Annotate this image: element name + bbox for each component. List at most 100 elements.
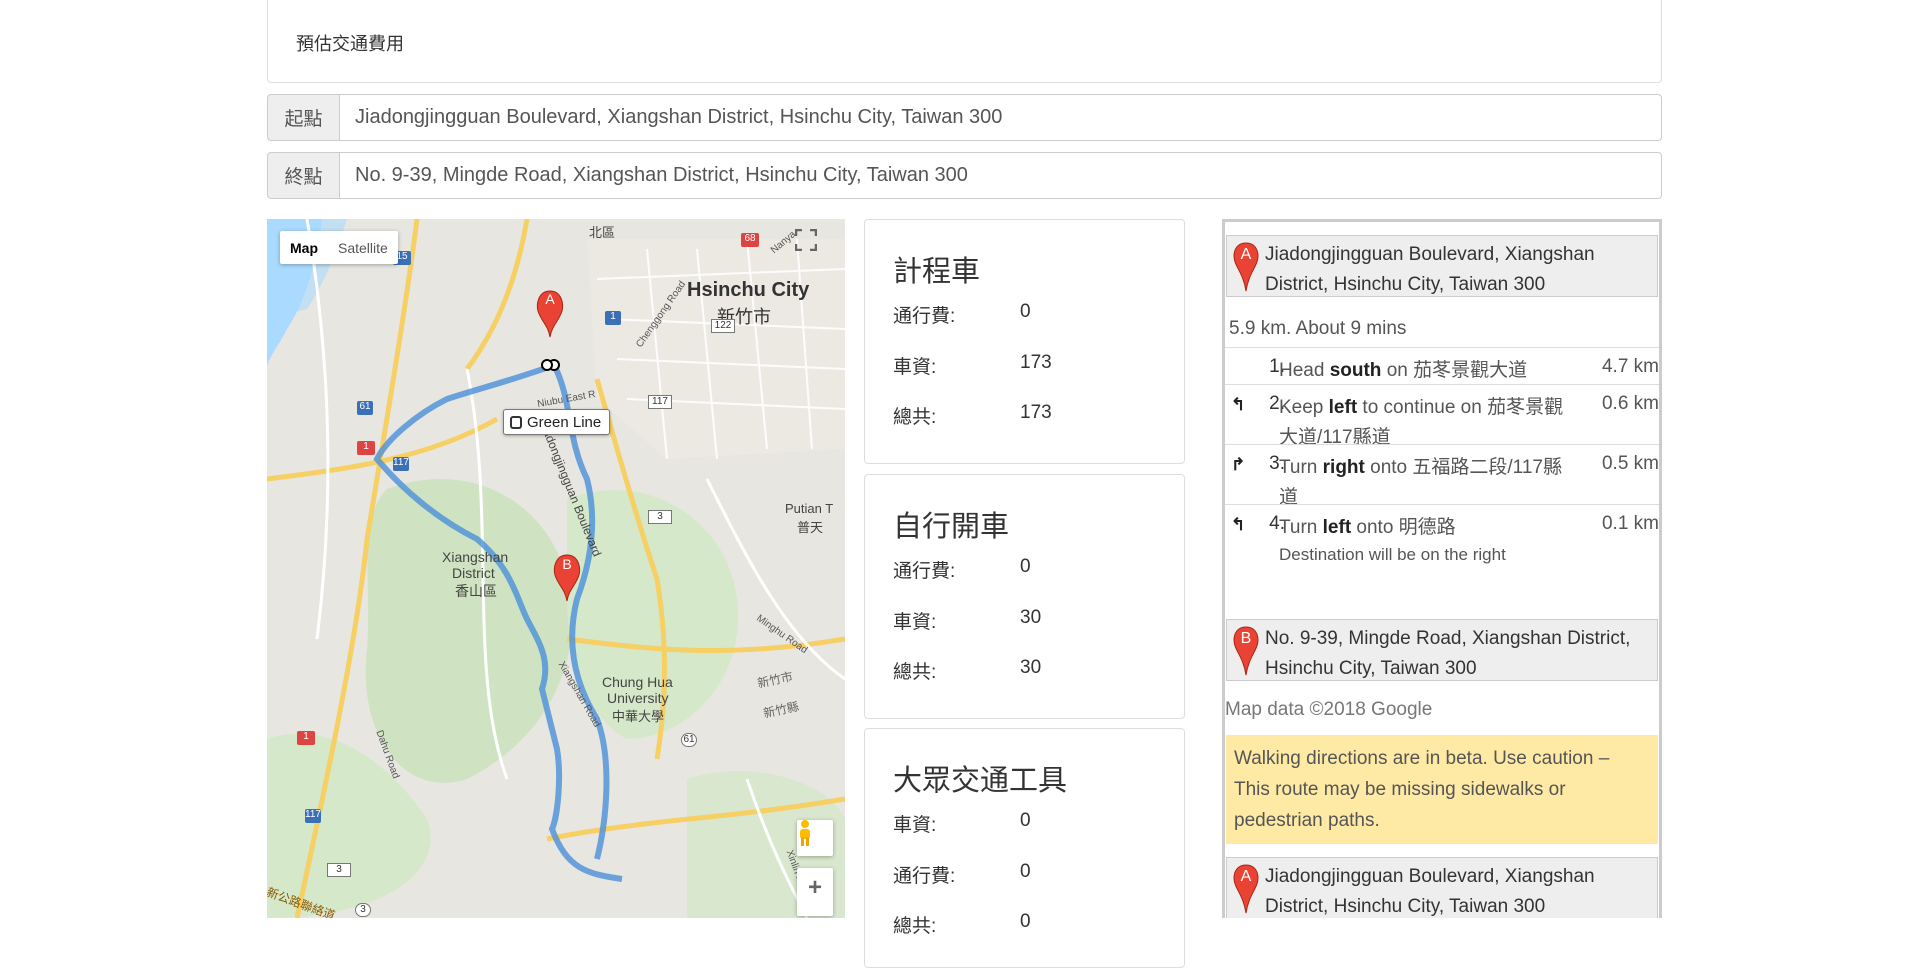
- car-toll-row: 通行費: 0: [893, 556, 1031, 583]
- route-shield: 122: [711, 319, 735, 333]
- marker-a-letter: A: [1240, 868, 1252, 885]
- map-label-north: 北區: [589, 225, 616, 240]
- turn-right-icon: ↱: [1231, 455, 1246, 474]
- destination-group: 終點 No. 9-39, Mingde Road, Xiangshan Dist…: [267, 152, 1662, 199]
- taxi-toll-row: 通行費: 0: [893, 301, 1031, 328]
- car-title: 自行開車: [893, 511, 1010, 543]
- waypoint-end[interactable]: B No. 9-39, Mingde Road, Xiangshan Distr…: [1226, 619, 1658, 681]
- transit-fare-label: 車資:: [893, 815, 937, 836]
- map-label-chunghua-zh: 中華大學: [612, 709, 665, 724]
- car-fare-label: 車資:: [893, 612, 937, 633]
- step-distance: 4.7 km: [1601, 356, 1659, 377]
- route-shield: 61: [357, 401, 373, 415]
- car-toll-label: 通行費:: [893, 561, 956, 582]
- map-label-chunghua: Chung Hua: [602, 674, 673, 690]
- transit-total-row: 總共: 0: [893, 911, 1031, 938]
- marker-b-letter: B: [1240, 630, 1252, 647]
- map-type-map-button[interactable]: Map: [280, 231, 328, 264]
- car-fare-row: 車資: 30: [893, 607, 1041, 634]
- transit-fare-value: 0: [1020, 810, 1031, 831]
- car-card: 自行開車 通行費: 0 車資: 30 總共: 30: [864, 474, 1185, 719]
- transit-total-value: 0: [1020, 911, 1031, 932]
- taxi-total-row: 總共: 173: [893, 402, 1052, 429]
- fullscreen-icon: [795, 229, 817, 251]
- header-panel: 預估交通費用: [267, 0, 1662, 83]
- waypoint-start-repeat[interactable]: A Jiadongjingguan Boulevard, Xiangshan D…: [1226, 857, 1658, 918]
- step-distance: 0.1 km: [1601, 513, 1659, 534]
- zoom-in-button[interactable]: +: [797, 868, 833, 916]
- car-total-label: 總共:: [893, 662, 937, 683]
- car-fare-value: 30: [1020, 607, 1042, 628]
- map-data-credit: Map data ©2018 Google: [1225, 699, 1433, 720]
- page-title: 預估交通費用: [296, 34, 404, 54]
- step-note: Destination will be on the right: [1279, 545, 1506, 564]
- map-label-putian-zh: 普天: [797, 520, 824, 535]
- waypoint-start-address: Jiadongjingguan Boulevard, Xiangshan Dis…: [1265, 244, 1595, 295]
- step-instruction: Turn left onto 明德路: [1279, 517, 1456, 538]
- marker-b-label: B: [562, 556, 572, 572]
- transit-toll-value: 0: [1020, 861, 1031, 882]
- marker-a-letter: A: [1240, 246, 1252, 263]
- map-label-university: University: [607, 690, 669, 706]
- step-distance: 0.5 km: [1601, 453, 1659, 474]
- route-shield: 117: [305, 809, 321, 823]
- route-shield: 3: [355, 903, 371, 917]
- map-label-xiangshan-zh: 香山區: [455, 583, 497, 599]
- destination-label: 終點: [267, 152, 340, 199]
- transit-toll-row: 通行費: 0: [893, 861, 1031, 888]
- car-toll-value: 0: [1020, 556, 1031, 577]
- fullscreen-button[interactable]: [795, 229, 835, 269]
- route-shield: 1: [605, 311, 621, 325]
- pegman-icon: [800, 820, 810, 846]
- map-label-putian: Putian T: [785, 501, 834, 516]
- taxi-total-label: 總共:: [893, 407, 937, 428]
- origin-group: 起點 Jiadongjingguan Boulevard, Xiangshan …: [267, 94, 1662, 141]
- transit-line-label[interactable]: Green Line: [503, 409, 611, 435]
- direction-step[interactable]: ↰ 4. Turn left onto 明德路 0.1 km Destinati…: [1225, 504, 1659, 564]
- route-map[interactable]: 北區 Hsinchu City 新竹市 Xiangshan District 香…: [267, 219, 845, 918]
- bus-icon: [510, 415, 522, 429]
- taxi-fare-label: 車資:: [893, 357, 937, 378]
- destination-input[interactable]: No. 9-39, Mingde Road, Xiangshan Distric…: [340, 152, 1662, 199]
- transit-fare-row: 車資: 0: [893, 810, 1031, 837]
- street-view-button[interactable]: [797, 820, 833, 856]
- waypoint-start-address: Jiadongjingguan Boulevard, Xiangshan Dis…: [1265, 866, 1595, 917]
- origin-label: 起點: [267, 94, 340, 141]
- turn-left-icon: ↰: [1231, 395, 1246, 414]
- direction-step[interactable]: ↰ 2. Keep left to continue on 茄苳景觀大道/117…: [1225, 384, 1659, 448]
- step-distance: 0.6 km: [1601, 393, 1659, 414]
- transit-toll-label: 通行費:: [893, 866, 956, 887]
- taxi-title: 計程車: [893, 256, 981, 288]
- car-total-row: 總共: 30: [893, 657, 1041, 684]
- direction-step[interactable]: 1. Head south on 茄苳景觀大道 4.7 km: [1225, 347, 1659, 384]
- map-type-control: Map Satellite: [280, 231, 398, 264]
- waypoint-start[interactable]: A Jiadongjingguan Boulevard, Xiangshan D…: [1226, 235, 1658, 297]
- route-shield: 3: [327, 863, 351, 877]
- waypoint-end-address: No. 9-39, Mingde Road, Xiangshan Distric…: [1265, 628, 1631, 679]
- map-type-satellite-button[interactable]: Satellite: [328, 231, 398, 264]
- route-shield: 3: [648, 510, 672, 524]
- directions-panel[interactable]: A Jiadongjingguan Boulevard, Xiangshan D…: [1222, 219, 1662, 918]
- route-shield: 117: [393, 457, 409, 471]
- route-shield: 1: [297, 731, 315, 745]
- marker-a-label: A: [545, 291, 555, 307]
- car-total-value: 30: [1020, 657, 1042, 678]
- route-shield: 68: [741, 233, 759, 247]
- map-label-xiangshan: Xiangshan: [442, 549, 509, 565]
- transit-card: 大眾交通工具 車資: 0 通行費: 0 總共: 0: [864, 728, 1185, 968]
- walking-warning: Walking directions are in beta. Use caut…: [1226, 735, 1658, 844]
- step-instruction: Head south on 茄苳景觀大道: [1279, 360, 1528, 381]
- turn-left-icon: ↰: [1231, 515, 1246, 534]
- route-shield: 117: [648, 395, 672, 409]
- taxi-fare-value: 173: [1020, 352, 1052, 373]
- taxi-toll-value: 0: [1020, 301, 1031, 322]
- map-label-district: District: [452, 565, 495, 581]
- direction-step[interactable]: ↱ 3. Turn right onto 五福路二段/117縣道 0.5 km: [1225, 444, 1659, 508]
- route-shield: 61: [681, 733, 697, 747]
- taxi-toll-label: 通行費:: [893, 306, 956, 327]
- taxi-card: 計程車 通行費: 0 車資: 173 總共: 173: [864, 219, 1185, 464]
- taxi-total-value: 173: [1020, 402, 1052, 423]
- origin-input[interactable]: Jiadongjingguan Boulevard, Xiangshan Dis…: [340, 94, 1662, 141]
- transit-total-label: 總共:: [893, 916, 937, 937]
- map-label-hsinchu: Hsinchu City: [687, 279, 810, 301]
